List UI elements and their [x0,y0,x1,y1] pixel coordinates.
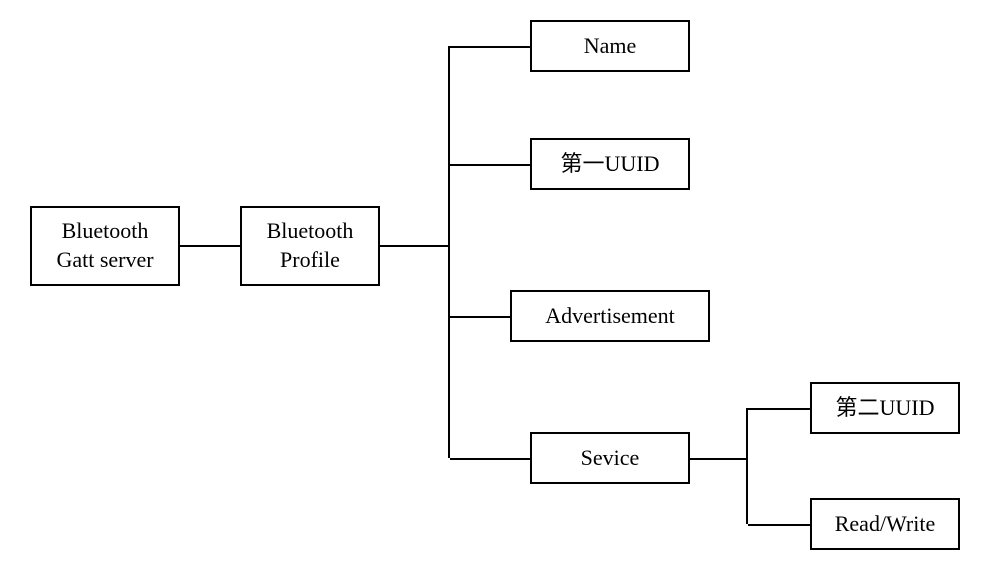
readwrite-box: Read/Write [810,498,960,550]
service-label: Sevice [581,444,640,473]
connector-line [450,46,530,48]
advertisement-box: Advertisement [510,290,710,342]
uuid1-label: 第一UUID [561,150,660,179]
connector-line [450,316,510,318]
gatt-server-box: BluetoothGatt server [30,206,180,286]
connector-line [450,164,530,166]
uuid2-box: 第二UUID [810,382,960,434]
gatt-server-label: BluetoothGatt server [56,217,153,274]
connector-line [690,458,748,460]
profile-box: BluetoothProfile [240,206,380,286]
connector-line [748,408,810,410]
connector-line [380,245,450,247]
connector-line [748,524,810,526]
uuid1-box: 第一UUID [530,138,690,190]
name-box: Name [530,20,690,72]
connector-line [450,458,530,460]
readwrite-label: Read/Write [835,510,936,539]
connector-line [180,245,240,247]
advertisement-label: Advertisement [545,302,675,331]
service-box: Sevice [530,432,690,484]
profile-label: BluetoothProfile [267,217,354,274]
name-label: Name [584,32,637,61]
connector-line [448,46,450,458]
uuid2-label: 第二UUID [836,394,935,423]
connector-line [746,408,748,524]
